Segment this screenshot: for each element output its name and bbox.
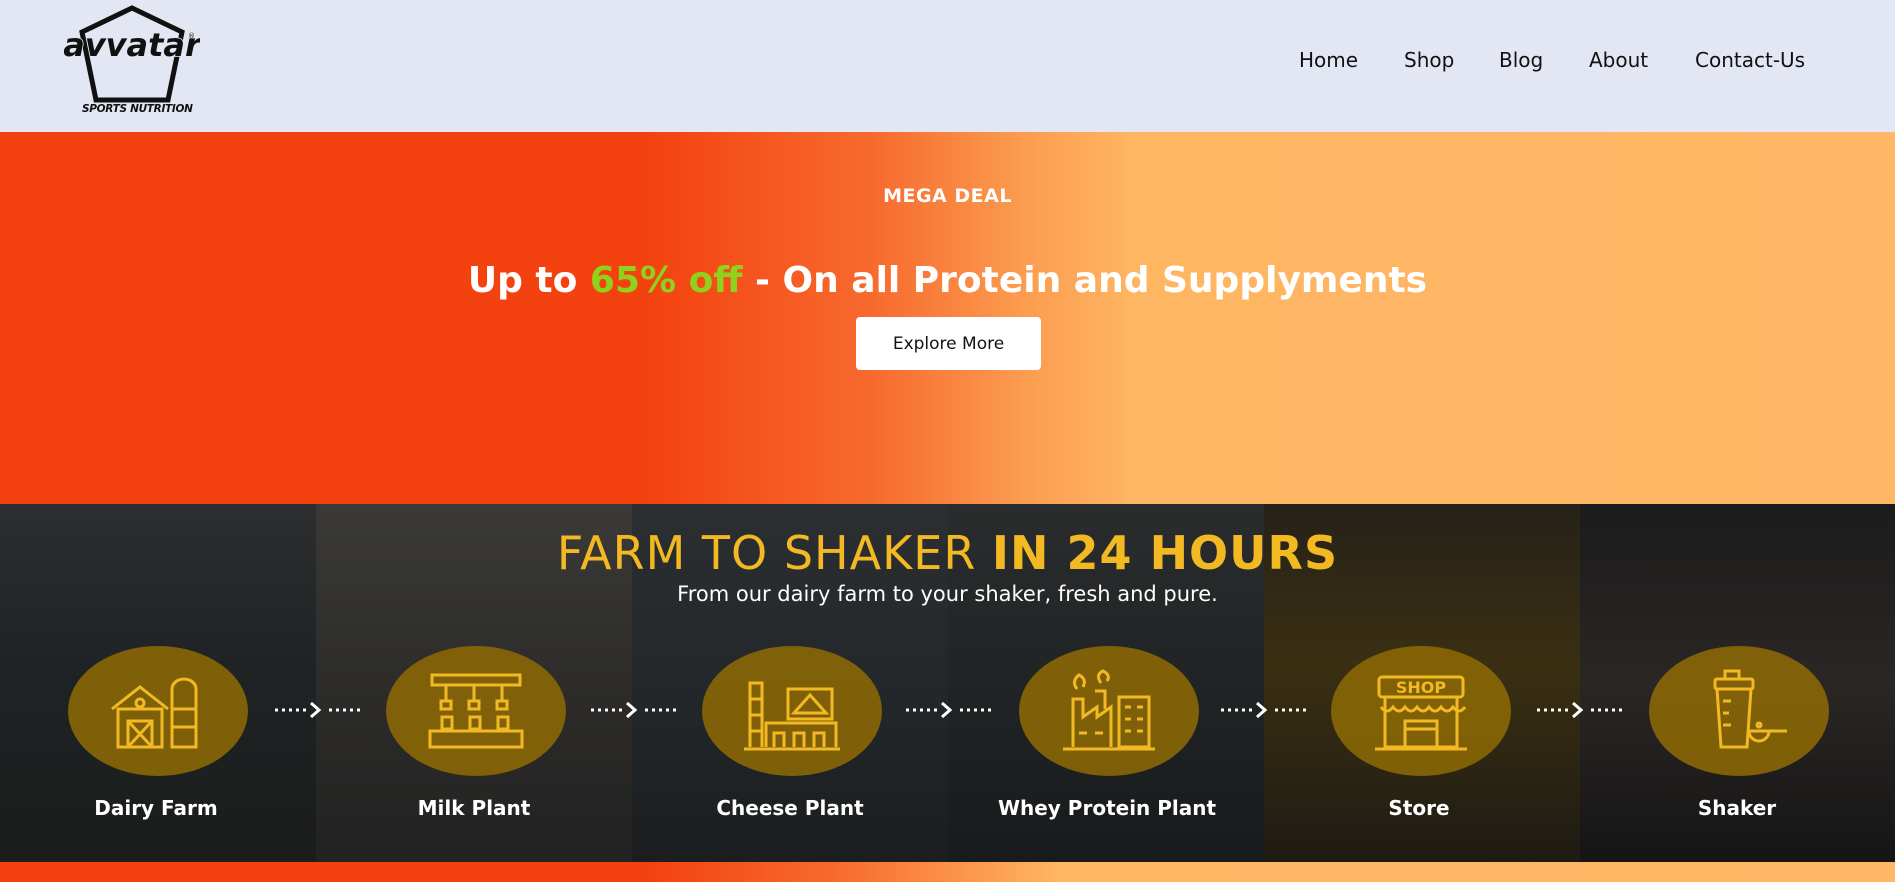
step-cheese-plant-badge <box>702 646 882 776</box>
promo-title-suffix: - On all Protein and Supplyments <box>742 260 1428 301</box>
site-header: avvatar ® SPORTS NUTRITION Home Shop Blo… <box>0 0 1895 132</box>
arrow-connector-icon <box>273 700 363 720</box>
arrow-connector-icon <box>1535 700 1625 720</box>
factory-icon <box>1063 669 1155 751</box>
nav-shop[interactable]: Shop <box>1404 48 1454 72</box>
arrow-connector-icon <box>904 700 994 720</box>
promo-kicker: MEGA DEAL <box>883 185 1012 207</box>
promo-title: Up to 65% off - On all Protein and Suppl… <box>0 260 1895 301</box>
shop-icon: SHOP <box>1375 675 1467 751</box>
promo-title-prefix: Up to <box>467 260 590 301</box>
step-label-dairy-farm: Dairy Farm <box>94 796 218 820</box>
step-label-store: Store <box>1388 796 1450 820</box>
logo-wordmark: avvatar <box>64 26 200 64</box>
nav-blog[interactable]: Blog <box>1499 48 1543 72</box>
arrow-connector-icon <box>1219 700 1309 720</box>
milk-bottling-icon <box>428 673 524 749</box>
step-label-milk-plant: Milk Plant <box>417 796 531 820</box>
farm-section-subtitle: From our dairy farm to your shaker, fres… <box>677 582 1218 606</box>
promo-banner: MEGA DEAL Up to 65% off - On all Protein… <box>0 132 1895 504</box>
step-label-cheese-plant: Cheese Plant <box>716 796 864 820</box>
svg-text:®: ® <box>188 32 195 40</box>
nav-about[interactable]: About <box>1589 48 1648 72</box>
explore-more-button[interactable]: Explore More <box>856 317 1041 370</box>
farm-title-bold: IN 24 HOURS <box>991 526 1339 580</box>
shop-sign-text: SHOP <box>1396 678 1447 697</box>
footer-gradient-strip <box>0 862 1895 882</box>
step-label-shaker: Shaker <box>1697 796 1777 820</box>
logo-tagline: SPORTS NUTRITION <box>82 103 193 115</box>
step-dairy-farm-badge <box>68 646 248 776</box>
cheese-factory-icon <box>744 681 840 751</box>
step-label-whey-protein-plant: Whey Protein Plant <box>997 796 1217 820</box>
nav-contact[interactable]: Contact-Us <box>1695 48 1805 72</box>
farm-title-light: FARM TO SHAKER <box>556 526 992 580</box>
step-store-badge: SHOP <box>1331 646 1511 776</box>
step-whey-plant-badge <box>1019 646 1199 776</box>
step-milk-plant-badge <box>386 646 566 776</box>
shaker-icon <box>1713 669 1787 749</box>
nav-home[interactable]: Home <box>1299 48 1358 72</box>
promo-discount: 65% off <box>589 260 743 301</box>
farm-to-shaker-section: FARM TO SHAKER IN 24 HOURS From our dair… <box>0 504 1895 862</box>
farm-section-title: FARM TO SHAKER IN 24 HOURS <box>0 526 1895 580</box>
arrow-connector-icon <box>589 700 679 720</box>
step-shaker-badge <box>1649 646 1829 776</box>
brand-logo[interactable]: avvatar ® SPORTS NUTRITION <box>62 4 204 120</box>
barn-icon <box>111 677 198 749</box>
